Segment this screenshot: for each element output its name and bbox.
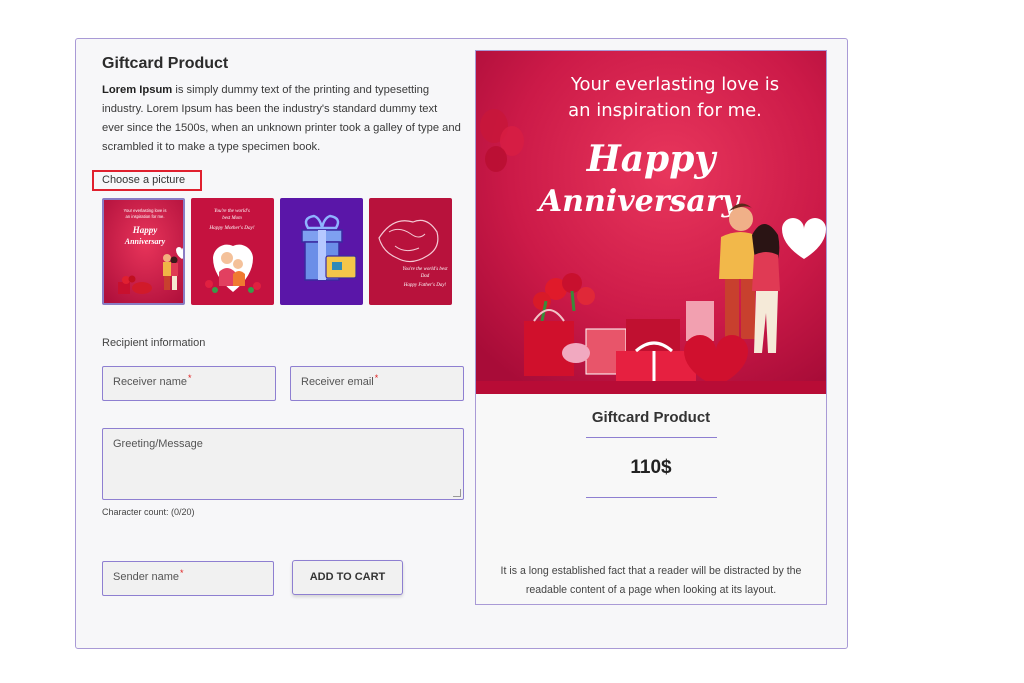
- sender-name-field[interactable]: Sender name*: [102, 561, 274, 596]
- picture-thumbnails: Your everlasting love is an inspiration …: [102, 198, 452, 305]
- receiver-email-field[interactable]: Receiver email*: [290, 366, 464, 401]
- thumb-anniv-line1: Your everlasting love is: [124, 208, 167, 213]
- receiver-email-placeholder: Receiver email: [301, 376, 374, 388]
- product-card: Giftcard Product Lorem Ipsum is simply d…: [75, 38, 848, 649]
- preview-script2: Anniversary: [536, 184, 742, 219]
- thumb-gift[interactable]: [280, 198, 363, 305]
- fathers-day-card-image: You're the world's best Dad Happy Father…: [369, 198, 452, 305]
- thumb-fathers-day[interactable]: You're the world's best Dad Happy Father…: [369, 198, 452, 305]
- preview-script1: Happy: [586, 138, 718, 180]
- preview-price: 110$: [630, 457, 672, 478]
- character-count: Character count: (0/20): [102, 507, 195, 517]
- thumb-dad-script: Happy Father's Day!: [403, 283, 447, 288]
- preview-footer-text: It is a long established fact that a rea…: [500, 565, 802, 596]
- preview-line2: an inspiration for me.: [568, 100, 762, 121]
- required-asterisk: *: [374, 373, 379, 383]
- thumb-mom-script: Happy Mother's Day!: [208, 225, 254, 231]
- sender-name-placeholder: Sender name: [113, 571, 180, 583]
- preview-divider-bottom: [586, 497, 717, 498]
- thumb-dad-line2: Dad: [420, 274, 430, 279]
- preview-title: Giftcard Product: [591, 409, 711, 426]
- thumb-anniv-script2: Anniversary: [124, 237, 166, 246]
- greeting-message-textarea[interactable]: Greeting/Message: [102, 428, 464, 500]
- product-title: Giftcard Product: [102, 55, 229, 72]
- thumb-anniv-line2: an inspiration for me.: [125, 214, 164, 219]
- preview-line1: Your everlasting love is: [570, 74, 779, 95]
- required-asterisk: *: [187, 373, 192, 383]
- thumb-mom-line1: You're the world's: [214, 209, 250, 214]
- add-to-cart-button[interactable]: ADD TO CART: [292, 560, 403, 595]
- mothers-day-card-image: You're the world's best Mom Happy Mother…: [191, 198, 274, 305]
- preview-image: Your everlasting love is an inspiration …: [476, 51, 826, 394]
- receiver-name-placeholder: Receiver name: [113, 376, 187, 388]
- choose-picture-label: Choose a picture: [92, 170, 202, 191]
- preview-divider-top: [586, 437, 717, 438]
- product-description: Lorem Ipsum is simply dummy text of the …: [102, 81, 462, 157]
- receiver-name-field[interactable]: Receiver name*: [102, 366, 276, 401]
- thumb-mom-line2: best Mom: [222, 216, 242, 221]
- anniversary-preview-image: Your everlasting love is an inspiration …: [476, 51, 826, 394]
- thumb-anniversary[interactable]: Your everlasting love is an inspiration …: [102, 198, 185, 305]
- recipient-info-label: Recipient information: [102, 337, 206, 349]
- required-asterisk: *: [180, 568, 184, 578]
- gift-card-image: [280, 198, 363, 305]
- thumb-mothers-day[interactable]: You're the world's best Mom Happy Mother…: [191, 198, 274, 305]
- anniversary-card-image: Your everlasting love is an inspiration …: [104, 200, 183, 303]
- thumb-anniv-script1: Happy: [132, 225, 159, 235]
- thumb-dad-line1: You're the world's best: [403, 267, 449, 272]
- giftcard-preview: Your everlasting love is an inspiration …: [475, 50, 827, 605]
- description-bold: Lorem Ipsum: [102, 84, 173, 96]
- message-placeholder: Greeting/Message: [113, 438, 203, 450]
- resize-handle-icon[interactable]: [453, 489, 461, 497]
